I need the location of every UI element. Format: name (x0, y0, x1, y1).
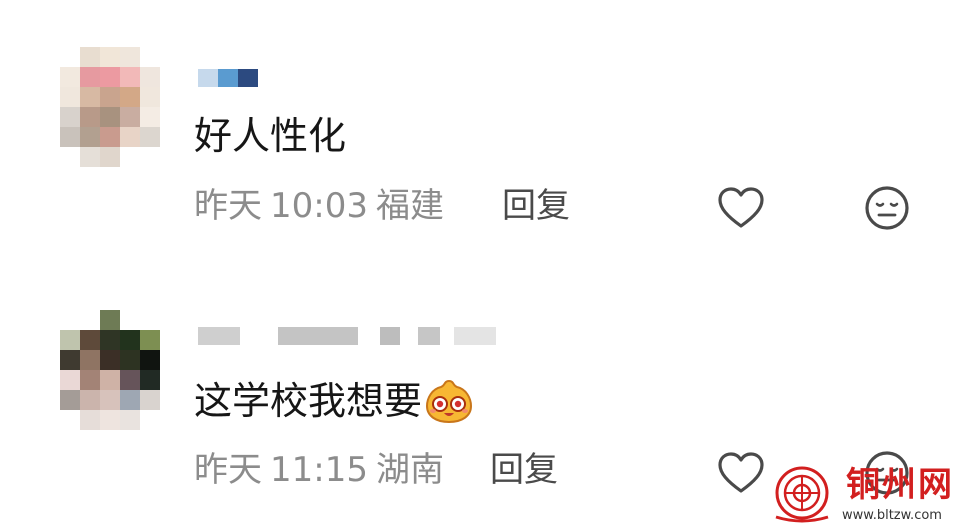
avatar[interactable] (60, 47, 160, 167)
comment-day: 昨天 (194, 186, 262, 226)
comment-text: 好人性化 (194, 114, 347, 158)
username[interactable] (198, 69, 258, 87)
watermark-title: 铜州网 (846, 465, 954, 505)
comment-day: 昨天 (194, 450, 262, 490)
comment-location: 福建 (375, 186, 444, 226)
comment-text-body: 这学校我想要 (194, 379, 423, 423)
meh-face-icon[interactable] (864, 185, 910, 231)
heart-icon[interactable] (717, 451, 765, 495)
watermark-logo-icon (775, 466, 829, 523)
watermark-url: www.bltzw.com (842, 508, 942, 523)
reply-button[interactable]: 回复 (490, 450, 558, 490)
reply-button[interactable]: 回复 (502, 186, 570, 226)
username[interactable] (198, 327, 496, 345)
laughing-emoji-icon (426, 379, 473, 424)
comment-item: 好人性化 昨天 10:03 福建 回复 (0, 0, 960, 265)
comment-meta: 昨天 11:15 湖南 (194, 450, 444, 490)
heart-icon[interactable] (717, 186, 765, 230)
comment-meta: 昨天 10:03 福建 (194, 186, 444, 226)
avatar[interactable] (60, 310, 160, 430)
comment-location: 湖南 (375, 450, 444, 490)
site-watermark: 铜州网 www.bltzw.com (772, 462, 960, 530)
comment-time: 11:15 (270, 450, 368, 490)
comment-time: 10:03 (270, 186, 368, 226)
comment-text: 这学校我想要 (194, 378, 474, 424)
